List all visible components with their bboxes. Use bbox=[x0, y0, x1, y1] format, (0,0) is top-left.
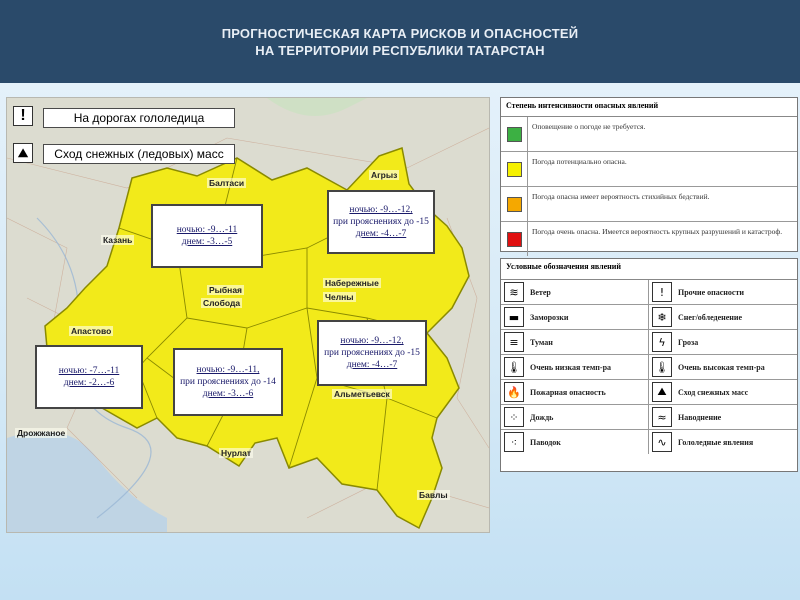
forecast-night: ночью: -9…-11, bbox=[196, 365, 260, 375]
legend-item-rain: ⁘ Дождь bbox=[501, 405, 649, 430]
orange-swatch bbox=[506, 196, 522, 212]
forecast-night: ночью: -9…-12, bbox=[349, 205, 413, 215]
city-apastovo: Апастово bbox=[69, 326, 114, 336]
legend-label: Гроза bbox=[678, 337, 699, 347]
legend-item-avalanche: ⛰ Сход снежных масс bbox=[649, 380, 797, 405]
flood-rain-icon: ⁖ bbox=[504, 432, 524, 452]
legend-item-ice: ∿ Гололедные явления bbox=[649, 430, 797, 454]
city-naberezhnye: Набережные bbox=[323, 278, 381, 288]
legend-item-snow: ❄ Снег/обледенение bbox=[649, 305, 797, 330]
city-nurlat: Нурлат bbox=[219, 448, 254, 458]
avalanche-icon: ⛰ bbox=[652, 382, 672, 402]
legend-item-wind: ≋ Ветер bbox=[501, 280, 649, 305]
frost-icon: ▬ bbox=[504, 307, 524, 327]
rain-icon: ⁘ bbox=[504, 407, 524, 427]
legend-label: Очень низкая темп-ра bbox=[530, 362, 612, 372]
legend-item-fog: ≡ Туман bbox=[501, 330, 649, 355]
legend-label: Заморозки bbox=[530, 312, 569, 322]
legend-item-fire: 🔥 Пожарная опасность bbox=[501, 380, 649, 405]
intensity-row-yellow: Погода потенциально опасна. bbox=[501, 152, 797, 187]
intensity-text: Оповещение о погоде не требуется. bbox=[532, 122, 646, 131]
legend-item-flood-rain: ⁖ Паводок bbox=[501, 430, 649, 454]
legend-label: Паводок bbox=[530, 437, 561, 447]
legend-label: Очень высокая темп-ра bbox=[678, 362, 765, 372]
legend-label: Пожарная опасность bbox=[530, 387, 606, 397]
high-temp-icon: 🌡 bbox=[652, 357, 672, 377]
city-sloboda: Слобода bbox=[201, 298, 243, 308]
warning-avalanche-label: Сход снежных (ледовых) масс bbox=[43, 144, 235, 164]
city-rybnaya: Рыбная bbox=[207, 285, 244, 295]
legend-item-high-temp: 🌡 Очень высокая темп-ра bbox=[649, 355, 797, 380]
red-swatch bbox=[506, 231, 522, 247]
city-agryz: Агрыз bbox=[369, 170, 400, 180]
exclamation-icon: ! bbox=[13, 106, 33, 126]
intensity-text: Погода очень опасна. Имеется вероятность… bbox=[532, 227, 783, 236]
fog-icon: ≡ bbox=[504, 332, 524, 352]
intensity-text: Погода опасна имеет вероятность стихийны… bbox=[532, 192, 710, 201]
forecast-day: днем: -3…-5 bbox=[181, 237, 233, 247]
avalanche-icon: ⛰ bbox=[13, 143, 33, 163]
intensity-legend-title: Степень интенсивности опасных явлений bbox=[501, 98, 797, 117]
ice-phenomena-icon: ∿ bbox=[652, 432, 672, 452]
forecast-extra: при прояснениях до -14 bbox=[180, 377, 276, 387]
city-drozhzhanoe: Дрожжаное bbox=[15, 428, 68, 438]
legend-label: Туман bbox=[530, 337, 553, 347]
intensity-text: Погода потенциально опасна. bbox=[532, 157, 627, 166]
intensity-row-green: Оповещение о погоде не требуется. bbox=[501, 117, 797, 152]
symbols-legend: Условные обозначения явлений ≋ Ветер ! Про… bbox=[500, 258, 798, 472]
legend-item-flood: ≈ Наводнение bbox=[649, 405, 797, 430]
forecast-night: ночью: -7…-11 bbox=[58, 366, 120, 376]
city-bavly: Бавлы bbox=[417, 490, 450, 500]
forecast-day: днем: -3…-6 bbox=[202, 389, 254, 399]
page-title-line-2: НА ТЕРРИТОРИИ РЕСПУБЛИКИ ТАТАРСТАН bbox=[255, 42, 545, 58]
flood-icon: ≈ bbox=[652, 407, 672, 427]
forecast-box-northeast: ночью: -9…-12, при прояснениях до -15 дн… bbox=[327, 190, 435, 254]
forecast-day: днем: -4…-7 bbox=[346, 360, 398, 370]
symbols-legend-title: Условные обозначения явлений bbox=[501, 259, 797, 280]
wind-icon: ≋ bbox=[504, 282, 524, 302]
risk-map[interactable]: ! На дорогах гололедица ⛰ Сход снежных (… bbox=[6, 97, 490, 533]
city-almetyevsk: Альметьевск bbox=[332, 389, 392, 399]
thunderstorm-icon: ϟ bbox=[652, 332, 672, 352]
legend-item-thunder: ϟ Гроза bbox=[649, 330, 797, 355]
intensity-row-orange: Погода опасна имеет вероятность стихийны… bbox=[501, 187, 797, 222]
forecast-extra: при прояснениях до -15 bbox=[324, 348, 420, 358]
legend-label: Сход снежных масс bbox=[678, 387, 749, 397]
legend-label: Ветер bbox=[530, 287, 551, 297]
legend-label: Гололедные явления bbox=[678, 437, 754, 447]
fire-danger-icon: 🔥 bbox=[504, 382, 524, 402]
yellow-swatch bbox=[506, 161, 522, 177]
low-temp-icon: 🌡 bbox=[504, 357, 524, 377]
forecast-box-south: ночью: -9…-11, при прояснениях до -14 дн… bbox=[173, 348, 283, 416]
legend-label: Наводнение bbox=[678, 412, 722, 422]
city-chelny: Челны bbox=[323, 292, 356, 302]
header-banner: ПРОГНОСТИЧЕСКАЯ КАРТА РИСКОВ И ОПАСНОСТЕ… bbox=[0, 0, 800, 83]
page-title-line-1: ПРОГНОСТИЧЕСКАЯ КАРТА РИСКОВ И ОПАСНОСТЕ… bbox=[221, 25, 579, 41]
forecast-box-kazan-north: ночью: -9…-11 днем: -3…-5 bbox=[151, 204, 263, 268]
intensity-row-red: Погода очень опасна. Имеется вероятность… bbox=[501, 222, 797, 256]
green-swatch bbox=[506, 126, 522, 142]
warning-ice-label: На дорогах гололедица bbox=[43, 108, 235, 128]
city-kazan: Казань bbox=[101, 235, 135, 245]
legend-label: Снег/обледенение bbox=[678, 312, 743, 322]
forecast-day: днем: -2…-6 bbox=[63, 378, 115, 388]
legend-item-low-temp: 🌡 Очень низкая темп-ра bbox=[501, 355, 649, 380]
legend-item-other: ! Прочие опасности bbox=[649, 280, 797, 305]
legend-label: Дождь bbox=[530, 412, 554, 422]
forecast-extra: при прояснениях до -15 bbox=[333, 217, 429, 227]
intensity-legend: Степень интенсивности опасных явлений Оп… bbox=[500, 97, 798, 256]
snow-icing-icon: ❄ bbox=[652, 307, 672, 327]
legend-label: Прочие опасности bbox=[678, 287, 744, 297]
forecast-box-west: ночью: -7…-11 днем: -2…-6 bbox=[35, 345, 143, 409]
forecast-day: днем: -4…-7 bbox=[355, 229, 407, 239]
forecast-night: ночью: -9…-12, bbox=[340, 336, 404, 346]
forecast-box-southeast: ночью: -9…-12, при прояснениях до -15 дн… bbox=[317, 320, 427, 386]
forecast-night: ночью: -9…-11 bbox=[176, 225, 238, 235]
city-baltasi: Балтаси bbox=[207, 178, 247, 188]
other-hazards-icon: ! bbox=[652, 282, 672, 302]
legend-item-frost: ▬ Заморозки bbox=[501, 305, 649, 330]
